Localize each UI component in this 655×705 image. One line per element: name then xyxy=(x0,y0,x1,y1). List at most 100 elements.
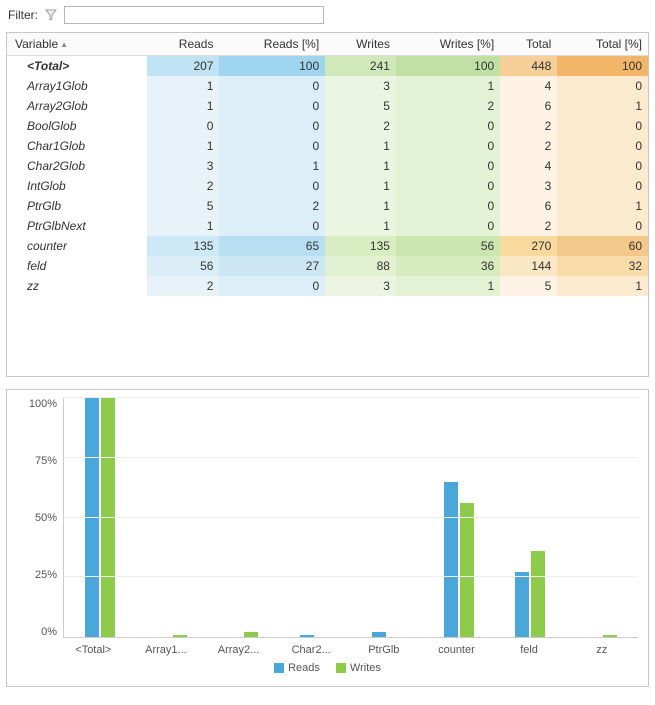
bar-group xyxy=(208,398,280,637)
y-axis: 100%75%50%25%0% xyxy=(17,398,63,638)
bar-writes[interactable] xyxy=(460,503,474,637)
value-cell: 2 xyxy=(325,116,396,136)
value-cell: 0 xyxy=(396,116,500,136)
value-cell: 6 xyxy=(500,96,557,116)
variable-table[interactable]: Variable▲ReadsReads [%]WritesWrites [%]T… xyxy=(7,33,648,296)
value-cell: 0 xyxy=(219,176,325,196)
value-cell: 4 xyxy=(500,76,557,96)
value-cell: 1 xyxy=(396,276,500,296)
bar-group xyxy=(279,398,351,637)
value-cell: 135 xyxy=(325,236,396,256)
value-cell: 32 xyxy=(557,256,648,276)
value-cell: 270 xyxy=(500,236,557,256)
swatch-writes-icon xyxy=(336,663,346,673)
table-row[interactable]: counter135651355627060 xyxy=(7,236,648,256)
x-tick: Array1... xyxy=(130,638,203,656)
value-cell: 0 xyxy=(396,196,500,216)
table-row[interactable]: Array1Glob103140 xyxy=(7,76,648,96)
table-row[interactable]: IntGlob201030 xyxy=(7,176,648,196)
value-cell: 1 xyxy=(557,276,648,296)
bar-writes[interactable] xyxy=(531,551,545,637)
bar-writes[interactable] xyxy=(101,398,115,637)
bar-reads[interactable] xyxy=(444,482,458,637)
value-cell: 6 xyxy=(500,196,557,216)
value-cell: 1 xyxy=(557,196,648,216)
col-header[interactable]: Writes [%] xyxy=(396,33,500,56)
bar-writes[interactable] xyxy=(603,635,617,637)
col-header[interactable]: Reads [%] xyxy=(219,33,325,56)
table-row[interactable]: Char2Glob311040 xyxy=(7,156,648,176)
plot-area xyxy=(63,398,638,638)
col-header[interactable]: Total xyxy=(500,33,557,56)
filter-label: Filter: xyxy=(8,8,38,22)
grid-line xyxy=(64,576,638,577)
variable-name-cell: IntGlob xyxy=(7,176,147,196)
value-cell: 448 xyxy=(500,56,557,77)
table-row[interactable]: <Total>207100241100448100 xyxy=(7,56,648,77)
y-tick: 0% xyxy=(41,626,57,638)
table-row[interactable]: BoolGlob002020 xyxy=(7,116,648,136)
value-cell: 1 xyxy=(147,216,219,236)
table-row[interactable]: feld5627883614432 xyxy=(7,256,648,276)
table-row[interactable]: zz203151 xyxy=(7,276,648,296)
value-cell: 0 xyxy=(219,216,325,236)
col-header[interactable]: Total [%] xyxy=(557,33,648,56)
value-cell: 0 xyxy=(557,216,648,236)
legend-writes: Writes xyxy=(336,662,381,674)
value-cell: 5 xyxy=(325,96,396,116)
value-cell: 3 xyxy=(500,176,557,196)
col-header[interactable]: Reads xyxy=(147,33,219,56)
x-tick: zz xyxy=(565,638,638,656)
value-cell: 0 xyxy=(219,276,325,296)
bar-writes[interactable] xyxy=(173,635,187,637)
swatch-reads-icon xyxy=(274,663,284,673)
variable-table-panel: Variable▲ReadsReads [%]WritesWrites [%]T… xyxy=(6,32,649,377)
chart-area: 100%75%50%25%0% xyxy=(17,398,638,638)
legend-reads: Reads xyxy=(274,662,320,674)
variable-name-cell: counter xyxy=(7,236,147,256)
table-row[interactable]: PtrGlb521061 xyxy=(7,196,648,216)
value-cell: 2 xyxy=(147,276,219,296)
bar-reads[interactable] xyxy=(515,572,529,637)
table-row[interactable]: Array2Glob105261 xyxy=(7,96,648,116)
funnel-icon[interactable] xyxy=(44,8,58,22)
filter-input[interactable] xyxy=(64,6,324,24)
value-cell: 0 xyxy=(557,136,648,156)
value-cell: 1 xyxy=(325,176,396,196)
variable-name-cell: feld xyxy=(7,256,147,276)
table-row[interactable]: Char1Glob101020 xyxy=(7,136,648,156)
filter-row: Filter: xyxy=(8,6,649,24)
bar-reads[interactable] xyxy=(372,632,386,637)
value-cell: 3 xyxy=(325,76,396,96)
x-axis: <Total>Array1...Array2...Char2...PtrGlbc… xyxy=(57,638,638,656)
bar-group xyxy=(136,398,208,637)
chart-panel: 100%75%50%25%0% <Total>Array1...Array2..… xyxy=(6,389,649,687)
x-tick: feld xyxy=(493,638,566,656)
bar-writes[interactable] xyxy=(244,632,258,637)
value-cell: 207 xyxy=(147,56,219,77)
value-cell: 0 xyxy=(219,116,325,136)
col-header[interactable]: Variable▲ xyxy=(7,33,147,56)
value-cell: 88 xyxy=(325,256,396,276)
value-cell: 5 xyxy=(147,196,219,216)
value-cell: 135 xyxy=(147,236,219,256)
bar-group xyxy=(351,398,423,637)
col-header[interactable]: Writes xyxy=(325,33,396,56)
variable-name-cell: PtrGlbNext xyxy=(7,216,147,236)
y-tick: 100% xyxy=(29,398,57,410)
value-cell: 5 xyxy=(500,276,557,296)
value-cell: 4 xyxy=(500,156,557,176)
value-cell: 0 xyxy=(396,156,500,176)
table-row[interactable]: PtrGlbNext101020 xyxy=(7,216,648,236)
value-cell: 2 xyxy=(396,96,500,116)
value-cell: 0 xyxy=(219,96,325,116)
legend-reads-label: Reads xyxy=(288,662,320,674)
value-cell: 1 xyxy=(396,76,500,96)
bar-reads[interactable] xyxy=(85,398,99,637)
bar-reads[interactable] xyxy=(300,635,314,637)
value-cell: 2 xyxy=(147,176,219,196)
value-cell: 0 xyxy=(557,176,648,196)
value-cell: 0 xyxy=(557,116,648,136)
value-cell: 27 xyxy=(219,256,325,276)
variable-name-cell: Array2Glob xyxy=(7,96,147,116)
